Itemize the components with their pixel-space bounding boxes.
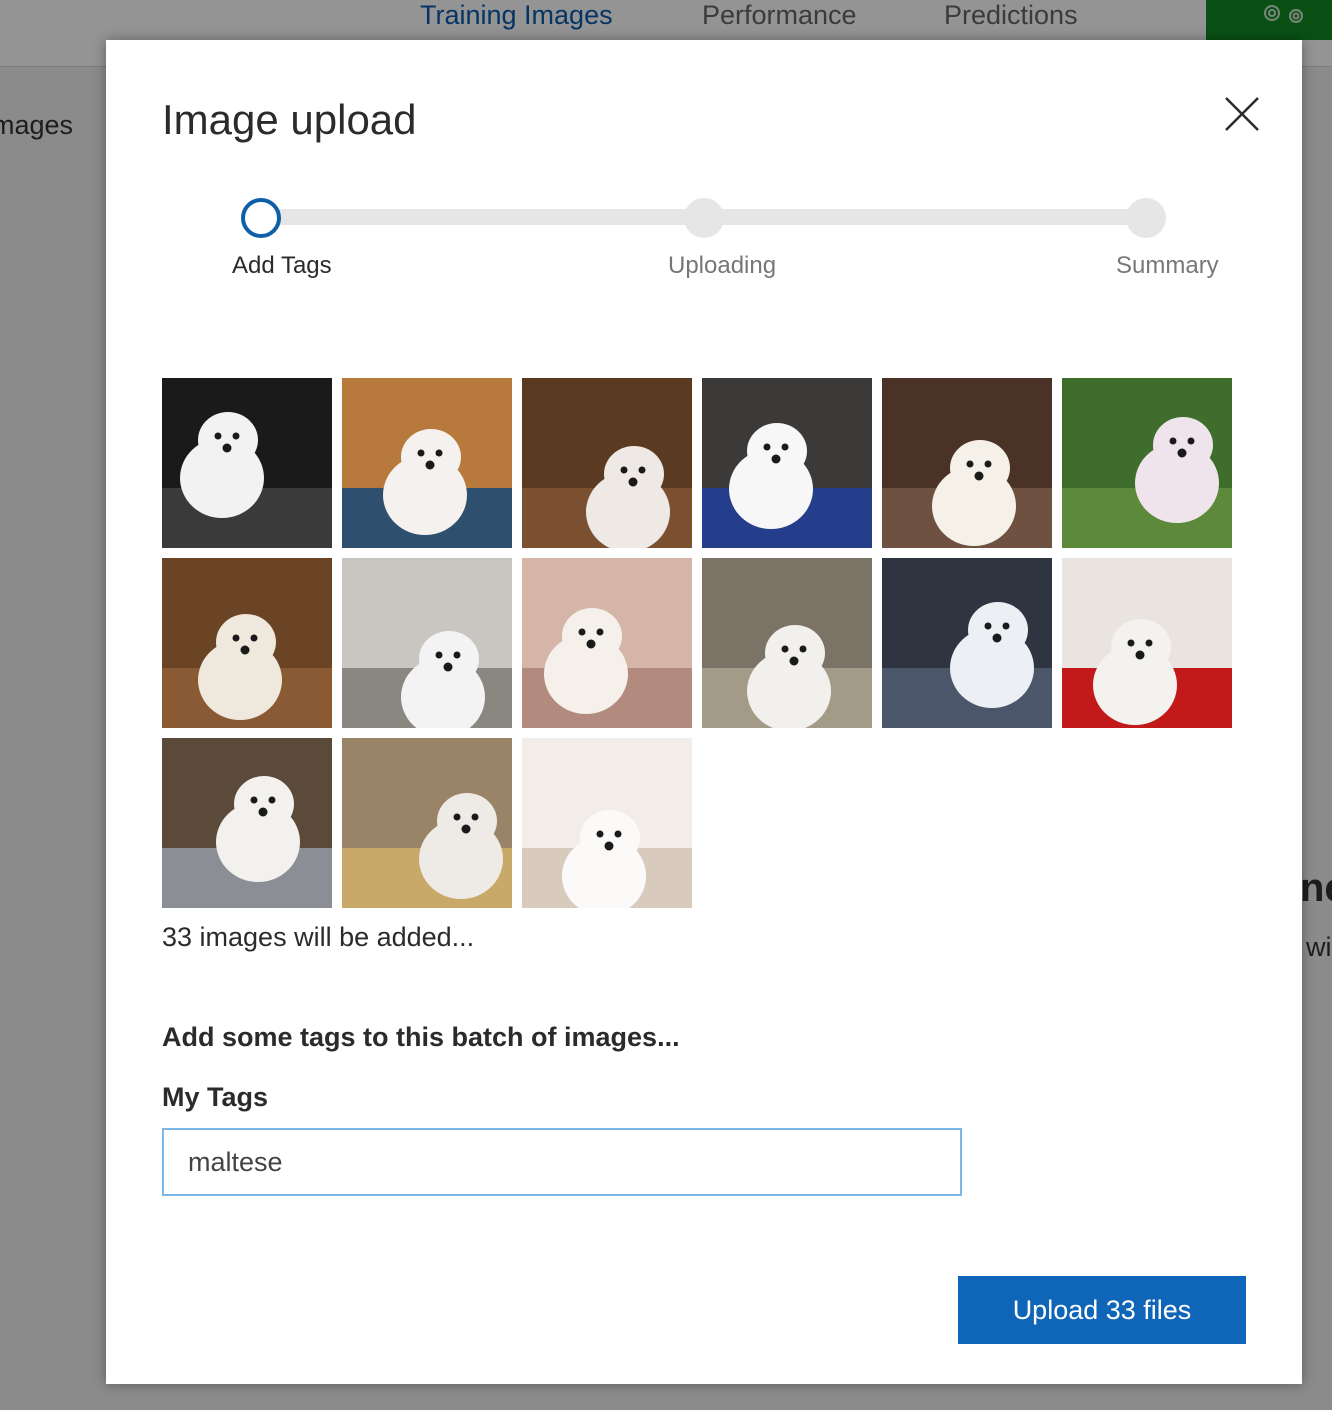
image-thumbnail xyxy=(882,378,1052,548)
dog-photo xyxy=(522,738,692,908)
close-icon xyxy=(1225,97,1259,131)
dog-photo xyxy=(882,378,1052,548)
step-indicator-uploading xyxy=(684,198,724,238)
image-thumbnail xyxy=(702,558,872,728)
image-count-text: 33 images will be added... xyxy=(162,922,475,952)
dog-photo xyxy=(342,558,512,728)
tag-prompt-heading: Add some tags to this batch of images... xyxy=(162,1022,680,1052)
step-label-add-tags: Add Tags xyxy=(232,252,332,279)
dog-photo xyxy=(522,378,692,548)
step-label-uploading: Uploading xyxy=(668,252,777,279)
dog-photo xyxy=(162,558,332,728)
image-thumbnail xyxy=(162,378,332,548)
image-thumbnail xyxy=(162,738,332,908)
image-thumbnail xyxy=(882,558,1052,728)
dog-photo xyxy=(1062,378,1232,548)
dog-photo xyxy=(342,378,512,548)
image-thumbnail xyxy=(342,738,512,908)
upload-button[interactable]: Upload 33 files xyxy=(958,1276,1246,1344)
close-button[interactable] xyxy=(1220,92,1264,136)
dog-photo xyxy=(702,558,872,728)
dog-photo xyxy=(1062,558,1232,728)
dialog-title: Image upload xyxy=(162,96,417,143)
image-thumbnail xyxy=(522,558,692,728)
image-thumbnail xyxy=(162,558,332,728)
image-upload-dialog: Image upload Add Tags Uploading Summary … xyxy=(106,40,1302,1384)
image-thumbnail xyxy=(342,558,512,728)
image-thumbnail xyxy=(522,738,692,908)
step-label-summary: Summary xyxy=(1116,252,1219,279)
dog-photo xyxy=(162,738,332,908)
dog-photo xyxy=(522,558,692,728)
dog-photo xyxy=(162,378,332,548)
image-thumbnail xyxy=(1062,558,1232,728)
tags-input[interactable] xyxy=(162,1128,962,1196)
dog-photo xyxy=(882,558,1052,728)
dog-photo xyxy=(342,738,512,908)
image-thumbnail xyxy=(342,378,512,548)
image-thumbnail xyxy=(1062,378,1232,548)
step-indicator-add-tags xyxy=(241,198,281,238)
my-tags-label: My Tags xyxy=(162,1082,269,1112)
image-thumbnail xyxy=(702,378,872,548)
image-thumbnail xyxy=(522,378,692,548)
dog-photo xyxy=(702,378,872,548)
step-indicator-summary xyxy=(1126,198,1166,238)
